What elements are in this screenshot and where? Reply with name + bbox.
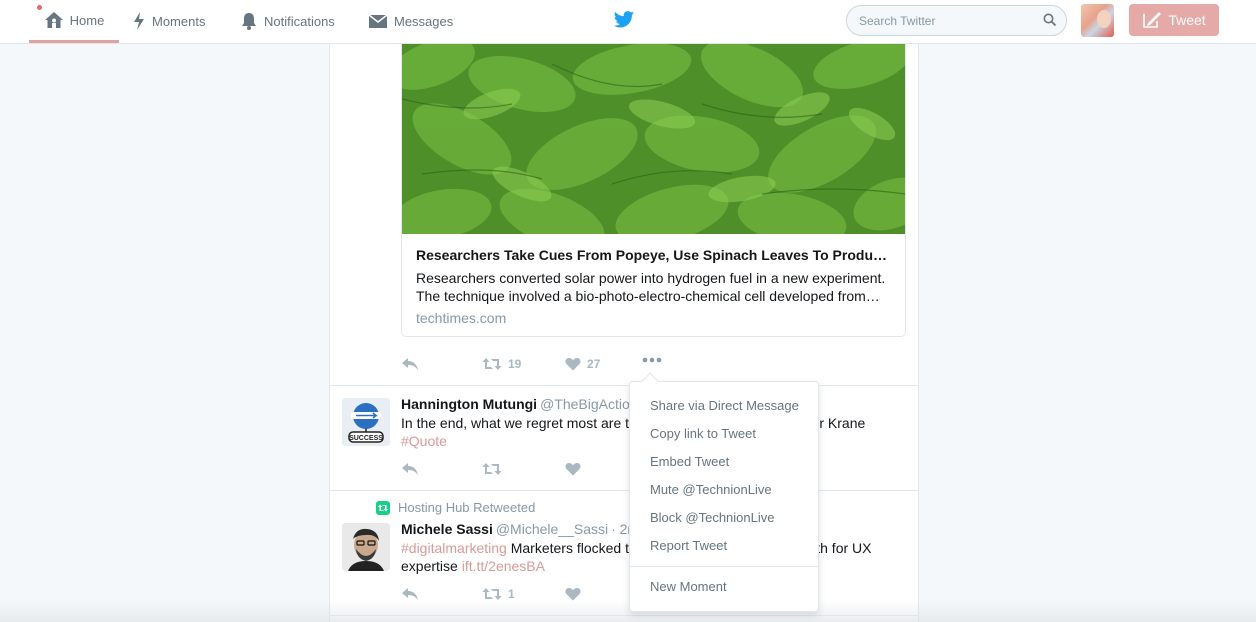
nav-home[interactable]: Home bbox=[29, 0, 119, 43]
retweet-button[interactable]: 19 bbox=[482, 357, 521, 371]
tweet-text-mid: Marketers flocked t bbox=[506, 540, 629, 556]
compose-tweet-button[interactable]: Tweet bbox=[1129, 4, 1219, 36]
heart-icon bbox=[565, 588, 581, 601]
hashtag-link[interactable]: #digitalmarketing bbox=[401, 540, 507, 556]
card-domain[interactable]: techtimes.com bbox=[416, 310, 506, 326]
like-button[interactable] bbox=[565, 462, 581, 476]
nav-messages[interactable]: Messages bbox=[368, 0, 453, 42]
retweet-badge-icon bbox=[376, 500, 390, 515]
retweet-button[interactable] bbox=[482, 462, 502, 476]
compose-icon bbox=[1143, 12, 1162, 28]
nav-notifications[interactable]: Notifications bbox=[240, 0, 335, 42]
reply-icon bbox=[402, 463, 418, 475]
tweet-text-line2: expertise bbox=[401, 558, 462, 574]
retweet-button[interactable]: 1 bbox=[482, 587, 515, 601]
tweet-header: Hannington Mutungi @TheBigAction bbox=[401, 396, 638, 412]
author-name[interactable]: Hannington Mutungi bbox=[401, 396, 537, 412]
menu-share-dm[interactable]: Share via Direct Message bbox=[630, 392, 818, 420]
nav-messages-label: Messages bbox=[394, 13, 454, 29]
tweet-header: Michele Sassi @Michele__Sassi · 2m bbox=[401, 521, 639, 537]
more-dots-icon bbox=[642, 357, 662, 363]
retweeted-by-label: Hosting Hub Retweeted bbox=[398, 500, 536, 515]
nav-moments-label: Moments bbox=[152, 13, 206, 29]
top-navigation-bar: Home Moments Notifications Messages Twee… bbox=[0, 0, 1256, 44]
avatar-face bbox=[1097, 10, 1111, 28]
card-description: Researchers converted solar power into h… bbox=[416, 270, 886, 304]
avatar[interactable] bbox=[342, 523, 390, 571]
new-content-dot bbox=[37, 5, 42, 10]
nav-notifications-label: Notifications bbox=[264, 13, 335, 29]
success-sign-image: SUCCESS bbox=[342, 398, 390, 446]
nav-moments[interactable]: Moments bbox=[132, 0, 205, 42]
spinach-leaves-image bbox=[402, 44, 905, 234]
timeline: Researchers Take Cues From Popeye, Use S… bbox=[329, 44, 919, 622]
more-options-button[interactable] bbox=[642, 357, 662, 363]
menu-mute-user[interactable]: Mute @TechnionLive bbox=[630, 476, 818, 504]
nav-home-label: Home bbox=[69, 12, 105, 28]
like-button[interactable] bbox=[565, 587, 581, 601]
tweet-text-start: In the end, what we regret most are t bbox=[401, 415, 630, 431]
tweet-actions-menu: Share via Direct Message Copy link to Tw… bbox=[629, 372, 819, 612]
retweet-count: 19 bbox=[508, 357, 522, 371]
like-count: 27 bbox=[587, 357, 601, 371]
like-button[interactable]: 27 bbox=[565, 357, 600, 371]
menu-new-moment[interactable]: New Moment bbox=[630, 573, 818, 601]
heart-icon bbox=[565, 358, 581, 371]
retweeted-by-line[interactable]: Hosting Hub Retweeted bbox=[376, 500, 535, 515]
reply-icon bbox=[402, 358, 418, 370]
heart-icon bbox=[565, 463, 581, 476]
bell-icon bbox=[242, 13, 256, 30]
avatar[interactable]: SUCCESS bbox=[342, 398, 390, 446]
search-input[interactable] bbox=[859, 14, 1029, 28]
tweet-divider bbox=[330, 615, 918, 616]
svg-text:SUCCESS: SUCCESS bbox=[349, 435, 383, 442]
menu-report-tweet[interactable]: Report Tweet bbox=[630, 532, 818, 560]
author-handle[interactable]: @TheBigAction bbox=[540, 396, 637, 412]
author-handle[interactable]: @Michele__Sassi bbox=[496, 521, 608, 537]
compose-tweet-label: Tweet bbox=[1168, 12, 1206, 28]
tweet-divider bbox=[330, 490, 918, 491]
retweet-count: 1 bbox=[508, 587, 515, 601]
portrait-image bbox=[342, 523, 390, 571]
reply-button[interactable] bbox=[401, 462, 419, 476]
menu-copy-link[interactable]: Copy link to Tweet bbox=[630, 420, 818, 448]
reply-button[interactable] bbox=[401, 587, 419, 601]
retweet-icon bbox=[482, 588, 502, 600]
menu-block-user[interactable]: Block @TechnionLive bbox=[630, 504, 818, 532]
twitter-bird-logo[interactable] bbox=[613, 10, 635, 30]
search-box[interactable] bbox=[846, 5, 1067, 36]
menu-separator bbox=[630, 566, 818, 567]
author-name[interactable]: Michele Sassi bbox=[401, 521, 493, 537]
tweet-url-link[interactable]: ift.tt/2enesBA bbox=[462, 558, 545, 574]
hashtag-link[interactable]: #Quote bbox=[401, 433, 447, 449]
card-title[interactable]: Researchers Take Cues From Popeye, Use S… bbox=[416, 247, 887, 263]
reply-button[interactable] bbox=[401, 357, 419, 371]
menu-embed-tweet[interactable]: Embed Tweet bbox=[630, 448, 818, 476]
retweet-icon bbox=[482, 358, 502, 370]
envelope-icon bbox=[368, 14, 388, 28]
card-image-spinach bbox=[402, 44, 905, 234]
profile-avatar[interactable] bbox=[1081, 4, 1114, 37]
reply-icon bbox=[402, 588, 418, 600]
link-preview-card[interactable]: Researchers Take Cues From Popeye, Use S… bbox=[401, 44, 906, 337]
home-icon bbox=[44, 12, 63, 28]
retweet-icon bbox=[482, 463, 502, 475]
search-icon[interactable] bbox=[1043, 13, 1057, 27]
tweet-divider bbox=[330, 385, 918, 386]
lightning-icon bbox=[134, 12, 144, 30]
